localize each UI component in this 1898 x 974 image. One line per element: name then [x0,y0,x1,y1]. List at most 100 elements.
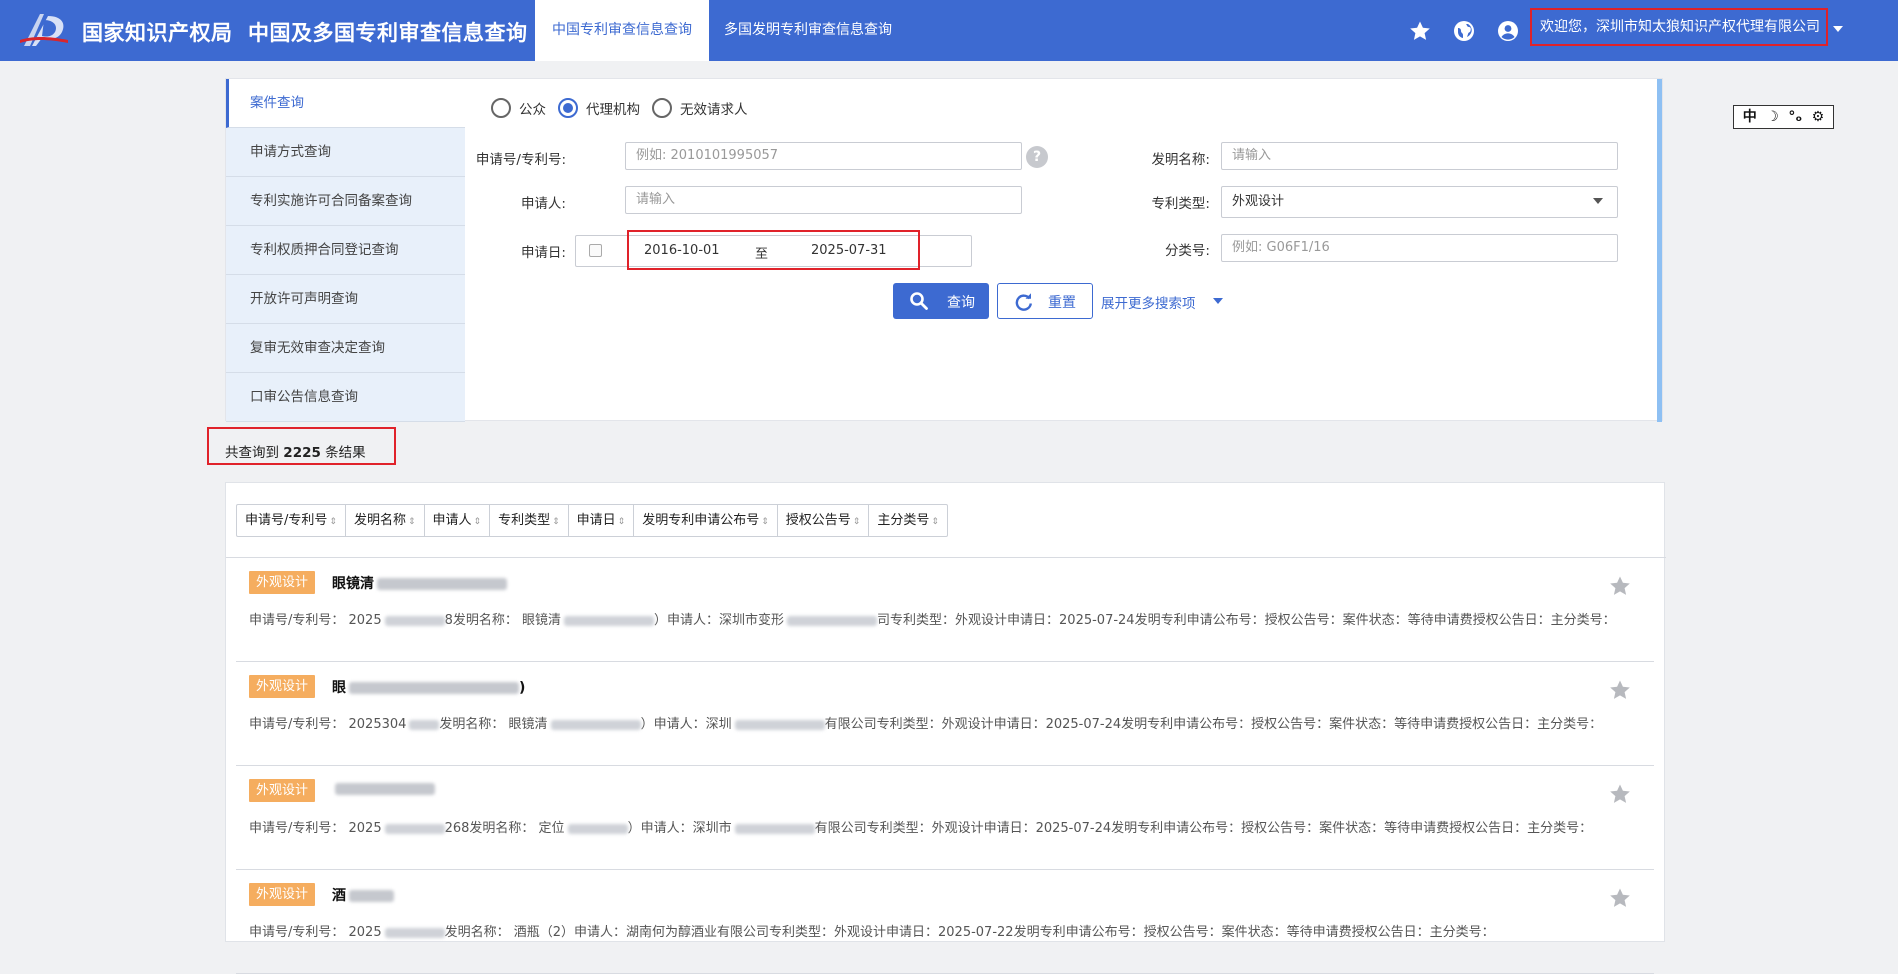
dark-mode-icon[interactable]: ☽ [1766,107,1779,127]
accessibility-toolbox: 中 ☽ °ₒ ⚙ [1733,105,1834,129]
sidebar-item-reexam-decision-query[interactable]: 复审无效审查决定查询 [226,324,465,373]
class-no-input[interactable]: 例如: G06F1/16 [1221,234,1618,262]
list-item[interactable]: 外观设计 申请号/专利号： 2025 268发明名称： 定位 ）申请人：深圳市 有限公… [236,766,1654,870]
sort-applicant[interactable]: 申请人 ⇕ [425,505,491,536]
date-checkbox[interactable] [589,244,602,257]
star-icon[interactable] [1608,782,1632,806]
app-no-input[interactable]: 例如: 2010101995057 [625,142,1022,170]
cnipa-logo-icon [20,14,68,46]
sort-filing-date[interactable]: 申请日 ⇕ [569,505,635,536]
sort-patent-type[interactable]: 专利类型 ⇕ [490,505,569,536]
applicant-input[interactable]: 请输入 [625,186,1022,214]
sort-publication-no[interactable]: 发明专利申请公布号 ⇕ [634,505,778,536]
gear-icon[interactable]: ⚙ [1812,107,1825,127]
redacted-text [787,615,878,626]
redacted-text [335,783,435,795]
redacted-text [734,719,825,730]
invention-name-input[interactable]: 请输入 [1221,142,1618,170]
sort-grant-no[interactable]: 授权公告号 ⇕ [778,505,870,536]
sidebar-item-license-contract-query[interactable]: 专利实施许可合同备案查询 [226,177,465,226]
invention-name-label: 发明名称: [1151,152,1210,168]
redacted-text [349,682,519,694]
brand-primary: 国家知识产权局 [82,21,233,45]
radio-invalidation-requester[interactable]: 无效请求人 [652,98,748,118]
redacted-text [409,719,440,730]
app-no-label: 申请号/专利号: [475,152,566,168]
radio-unchecked-icon [491,98,511,118]
result-title[interactable]: 眼) [332,677,525,697]
result-title[interactable]: 酒 [332,885,394,905]
language-toggle-icon[interactable]: 中 [1743,107,1757,127]
radio-agency[interactable]: 代理机构 [558,98,640,118]
patent-type-select[interactable]: 外观设计 [1221,186,1618,218]
accessibility-icon[interactable]: °ₒ [1788,107,1802,127]
star-icon[interactable] [1608,574,1632,598]
chevron-down-icon [1593,198,1603,204]
sort-arrows-icon: ⇕ [852,517,861,527]
side-nav: 案件查询 申请方式查询 专利实施许可合同备案查询 专利权质押合同登记查询 开放许… [226,79,465,422]
radio-checked-icon [558,98,578,118]
sort-arrows-icon: ⇕ [761,517,769,527]
sidebar-item-open-license-query[interactable]: 开放许可声明查询 [226,275,465,324]
account-icon[interactable] [1496,19,1520,43]
patent-type-value: 外观设计 [1232,194,1285,209]
redacted-text [384,615,445,626]
patent-type-badge: 外观设计 [249,779,316,802]
chevron-down-icon[interactable] [1213,298,1223,304]
refresh-icon [1015,293,1032,311]
sort-app-no[interactable]: 申请号/专利号 ⇕ [237,505,346,536]
tab-multi-country-query[interactable]: 多国发明专利审查信息查询 [707,0,909,61]
patent-type-badge: 外观设计 [249,571,316,594]
redacted-text [550,719,641,730]
date-to-value[interactable]: 2025-07-31 [811,243,887,258]
redacted-text [734,823,815,834]
search-panel: 案件查询 申请方式查询 专利实施许可合同备案查询 专利权质押合同登记查询 开放许… [225,78,1663,422]
redacted-text [564,615,655,626]
tab-cn-patent-query[interactable]: 中国专利审查信息查询 [535,0,709,61]
sort-main-class[interactable]: 主分类号 ⇕ [869,505,947,536]
redacted-text [349,890,394,902]
redacted-text [384,927,445,938]
sort-arrows-icon: ⇕ [931,517,939,527]
sort-arrows-icon: ⇕ [329,517,337,527]
result-details: 申请号/专利号： 2025 268发明名称： 定位 ）申请人：深圳市 有限公司专利类型… [249,821,1593,836]
result-panel: 申请号/专利号 ⇕ 发明名称 ⇕ 申请人 ⇕ 专利类型 ⇕ 申请日 ⇕ 发明专利申请公布号… [225,482,1666,974]
star-icon[interactable] [1408,19,1432,43]
expand-more-search-link[interactable]: 展开更多搜索项 [1101,292,1196,312]
globe-icon[interactable] [1452,19,1476,43]
user-type-radio-group: 公众 代理机构 无效请求人 [491,97,760,119]
sort-invention-name[interactable]: 发明名称 ⇕ [346,505,425,536]
sidebar-item-pledge-contract-query[interactable]: 专利权质押合同登记查询 [226,226,465,275]
top-header: 国家知识产权局 中国及多国专利审查信息查询 中国专利审查信息查询 多国发明专利审… [0,0,1898,61]
sidebar-item-filing-method-query[interactable]: 申请方式查询 [226,128,465,177]
date-from-value[interactable]: 2016-10-01 [644,243,720,258]
user-menu-caret-icon[interactable] [1833,26,1843,32]
result-title[interactable]: 眼镜清 [332,573,507,593]
star-icon[interactable] [1608,886,1632,910]
list-item[interactable]: 外观设计 眼) 申请号/专利号： 2025304 发明名称： 眼镜清 ）申请人：深圳… [236,662,1654,766]
sidebar-item-oral-hearing-query[interactable]: 口审公告信息查询 [226,373,465,422]
redacted-text [377,578,507,590]
star-icon[interactable] [1608,678,1632,702]
sort-bar: 申请号/专利号 ⇕ 发明名称 ⇕ 申请人 ⇕ 专利类型 ⇕ 申请日 ⇕ 发明专利申请公布号… [236,504,948,537]
scrollbar[interactable] [1657,79,1662,422]
list-item[interactable]: 外观设计 酒 申请号/专利号： 2025 发明名称： 酒瓶（2）申请人：湖南何为醇… [236,870,1654,974]
welcome-user[interactable]: 欢迎您，深圳市知太狼知识产权代理有限公司 [1530,8,1828,46]
sort-arrows-icon: ⇕ [473,517,482,527]
class-no-label: 分类号: [1164,243,1210,259]
list-item[interactable]: 外观设计 眼镜清 申请号/专利号： 2025 8发明名称： 眼镜清 ）申请人：深圳市… [236,558,1654,662]
radio-unchecked-icon [652,98,672,118]
date-separator: 至 [755,247,769,262]
reset-button[interactable]: 重置 [997,283,1093,319]
redacted-text [384,823,445,834]
filing-date-range[interactable]: 2016-10-01 至 2025-07-31 [575,230,972,270]
patent-type-badge: 外观设计 [249,675,316,698]
sort-arrows-icon: ⇕ [552,517,560,527]
sidebar-item-case-query[interactable]: 案件查询 [226,79,465,128]
radio-public[interactable]: 公众 [491,98,546,118]
help-icon[interactable]: ? [1026,146,1048,168]
result-details: 申请号/专利号： 2025 8发明名称： 眼镜清 ）申请人：深圳市变形 司专利类型：外… [249,613,1616,628]
redacted-text [567,823,628,834]
search-button[interactable]: 查询 [893,283,989,319]
result-title[interactable] [332,781,435,797]
